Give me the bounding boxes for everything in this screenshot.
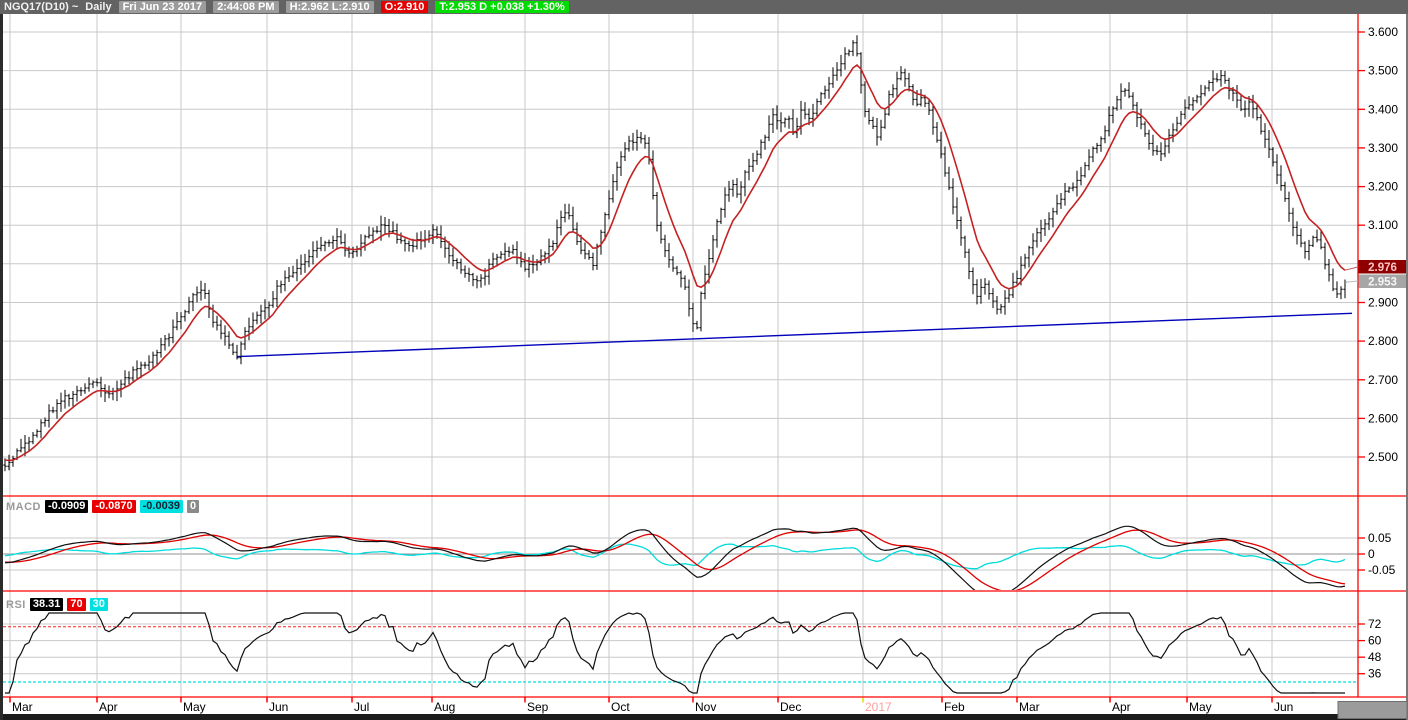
month-axis-label: May [1189,700,1212,714]
price-axis-label: 3.200 [1368,180,1398,194]
price-axis-label: 3.600 [1368,25,1398,39]
price-chart-svg[interactable]: 3.600 3.500 3.400 3.300 3.200 3.100 2.900 2.800… [0,0,1408,720]
rsi-oversold-box: 30 [89,598,108,611]
macd-indicator-label: MACD [6,500,41,513]
chart-window: NGQ17(D10) ~ Daily Fri Jun 23 2017 2:44:… [0,0,1408,720]
svg-text:2.976: 2.976 [1368,262,1397,274]
macd-axis-label: 0.05 [1368,531,1392,545]
chart-area[interactable]: 3.600 3.500 3.400 3.300 3.200 3.100 2.900 2.800… [0,0,1408,720]
price-axis-label: 3.500 [1368,64,1398,78]
month-axis-label: Aug [434,700,455,714]
macd-osc-box: -0.0039 [139,500,183,513]
ma-price-badge: 2.976 [1358,260,1407,274]
time-label: 2:44:08 PM [213,1,279,13]
month-axis-label: Mar [1019,700,1040,714]
chart-background [0,0,1408,720]
price-axis-label: 2.900 [1368,296,1398,310]
macd-zero-box: 0 [186,500,200,513]
rsi-axis-label: 48 [1368,650,1382,664]
last-price-badge: 2.953 [1358,274,1407,289]
open-price-badge: O:2.910 [380,1,429,13]
month-axis-label: 2017 [865,700,892,714]
rsi-axis-label: 36 [1368,667,1382,681]
month-axis-label: Sep [527,700,549,714]
rsi-indicator-label: RSI [6,598,26,611]
month-axis-label: Jun [269,700,288,714]
month-axis-label: Apr [1112,700,1131,714]
macd-label-row: MACD -0.0909 -0.0870 -0.0039 0 [6,500,200,513]
macd-signal-box: -0.0870 [92,500,136,513]
rsi-axis-label: 60 [1368,634,1382,648]
price-axis-label: 3.100 [1368,218,1398,232]
timeframe-label[interactable]: Daily [85,1,111,13]
macd-axis-label: 0 [1368,547,1375,561]
month-axis-label: Dec [780,700,801,714]
left-window-border [0,14,3,720]
svg-text:2.953: 2.953 [1368,277,1397,289]
month-axis-label: Oct [611,700,630,714]
macd-axis-label: -0.05 [1368,563,1396,577]
month-axis-label: Nov [695,700,716,714]
rsi-label-row: RSI 38.31 70 30 [6,598,108,611]
last-trade-badge: T:2.953 D +0.038 +1.30% [435,1,569,13]
price-axis-label: 2.600 [1368,411,1398,425]
month-axis-label: Jun [1274,700,1293,714]
rsi-value-box: 38.31 [29,598,64,611]
price-axis-label: 2.700 [1368,373,1398,387]
price-axis-label: 2.800 [1368,334,1398,348]
price-axis-label: 3.300 [1368,141,1398,155]
rsi-axis-label: 72 [1368,617,1382,631]
macd-value-box: -0.0909 [45,500,89,513]
price-axis-label: 2.500 [1368,450,1398,464]
quote-header-bar: NGQ17(D10) ~ Daily Fri Jun 23 2017 2:44:… [0,0,1408,14]
resize-grip[interactable] [1337,701,1408,719]
symbol-label: NGQ17(D10) ~ [4,1,79,13]
date-label: Fri Jun 23 2017 [118,1,207,13]
month-axis-label: Mar [12,700,33,714]
month-axis-label: May [183,700,206,714]
month-axis-label: Apr [99,700,118,714]
rsi-overbought-box: 70 [67,598,86,611]
high-low-label: H:2.962 L:2.910 [285,1,374,13]
month-axis-label: Jul [354,700,369,714]
bottom-window-border [0,714,1408,720]
month-axis-label: Feb [944,700,965,714]
price-axis-label: 3.400 [1368,102,1398,116]
